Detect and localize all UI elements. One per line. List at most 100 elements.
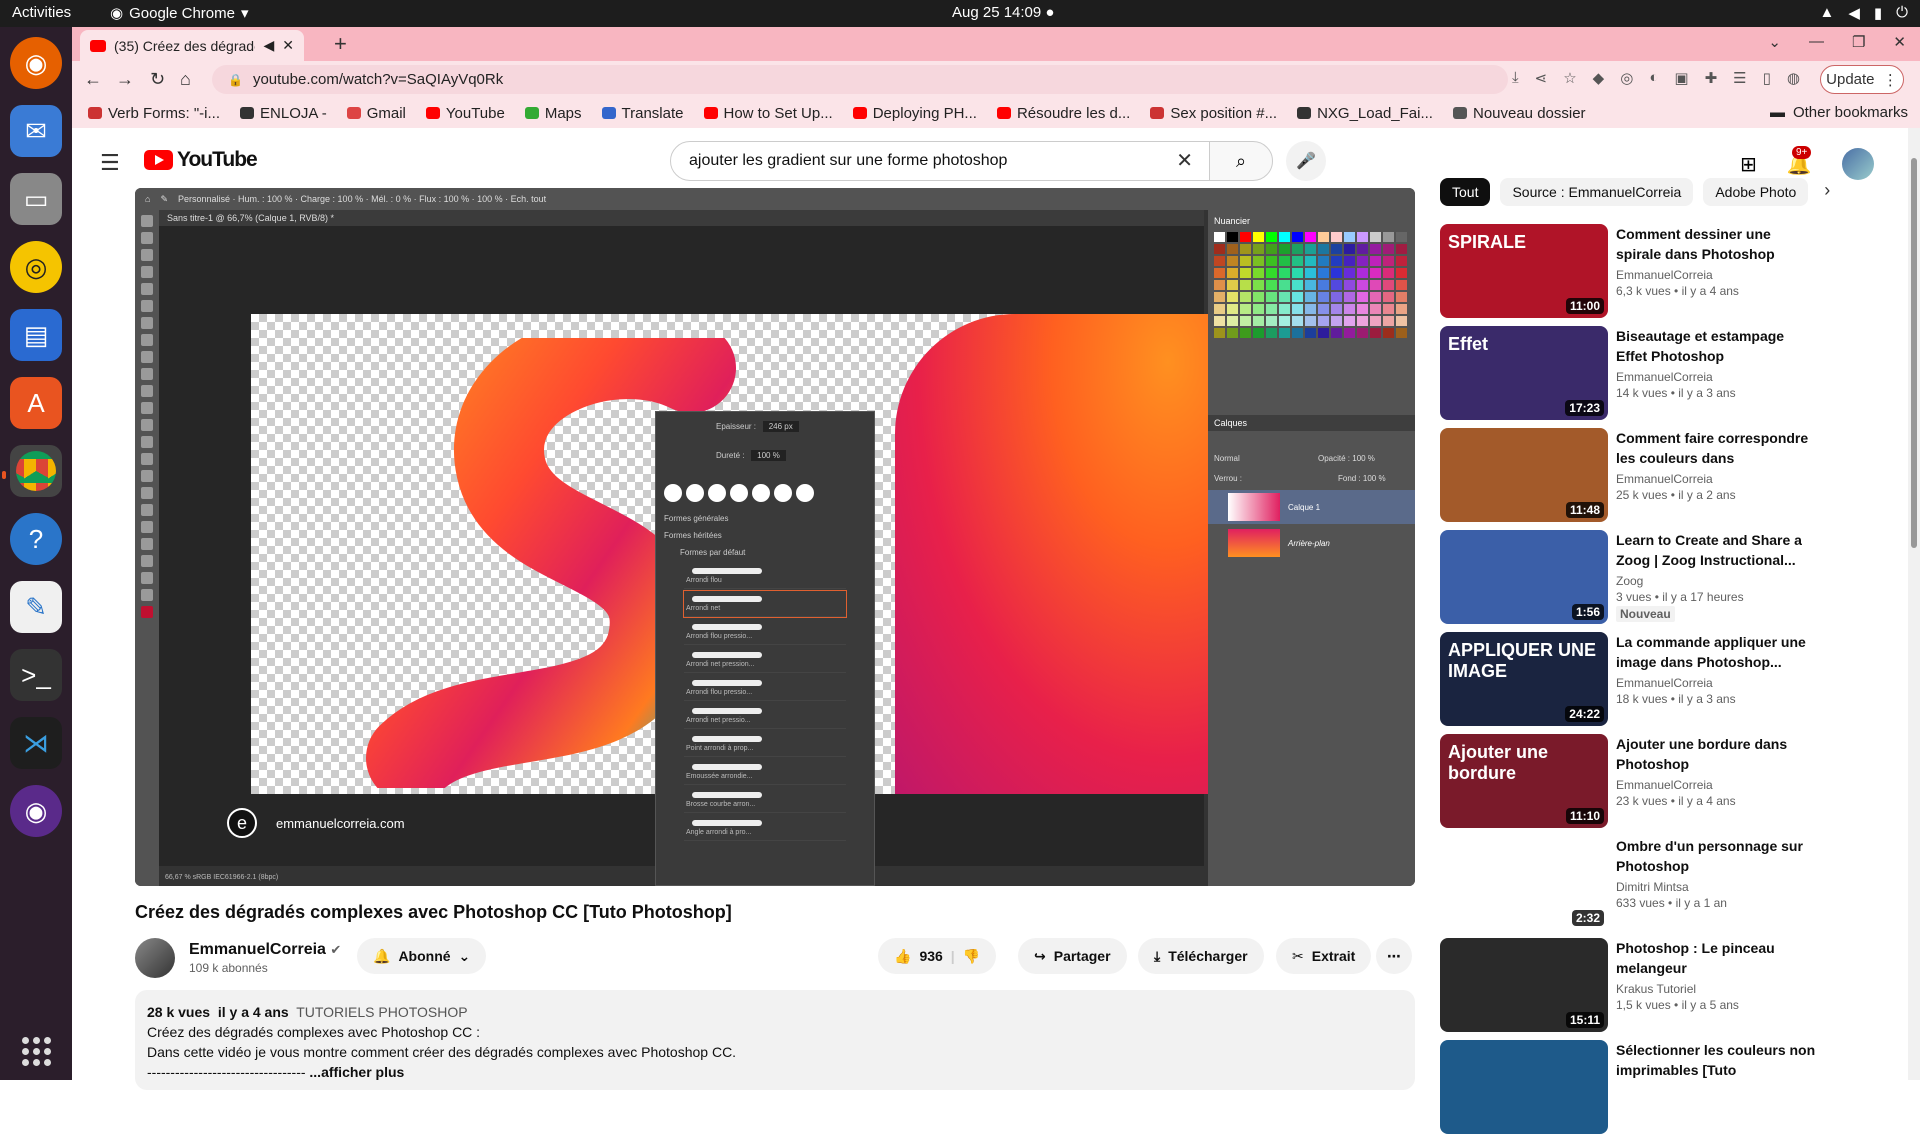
recommendation-title[interactable]: Ajouter une bordure dans Photoshop: [1616, 734, 1816, 774]
recommendation-title[interactable]: Biseautage et estampage Effet Photoshop: [1616, 326, 1816, 366]
share-icon[interactable]: ⋖: [1535, 69, 1548, 87]
recommendation-item[interactable]: Effet 17:23 Biseautage et estampage Effet …: [1440, 326, 1910, 424]
close-window-icon[interactable]: ✕: [1893, 33, 1906, 51]
clip-button[interactable]: ✂ Extrait: [1276, 938, 1372, 974]
recommendation-title[interactable]: Comment faire correspondre les couleurs …: [1616, 428, 1816, 468]
bookmark-item[interactable]: Verb Forms: "-i...: [88, 105, 220, 122]
chrome-dock-icon[interactable]: [10, 445, 62, 497]
podcast-icon[interactable]: ◉: [10, 785, 62, 837]
subscribe-button[interactable]: 🔔 Abonné ⌄: [357, 938, 487, 974]
recommendation-item[interactable]: Ajouter une bordure 11:10 Ajouter une bord…: [1440, 734, 1910, 832]
filter-chip[interactable]: Adobe Photo: [1703, 178, 1809, 206]
address-bar[interactable]: 🔒 youtube.com/watch?v=SaQIAyVq0Rk: [212, 65, 1508, 94]
thumbs-down-icon[interactable]: 👎: [963, 948, 980, 965]
like-button[interactable]: 👍 936 | 👎: [878, 938, 997, 974]
bookmark-star-icon[interactable]: ☆: [1563, 69, 1576, 87]
bookmark-item[interactable]: Nouveau dossier: [1452, 105, 1586, 122]
browser-tab[interactable]: (35) Créez des dégradé ◀ ✕: [80, 30, 304, 61]
media-icon[interactable]: ☰: [1733, 69, 1746, 87]
recommendation-title[interactable]: Learn to Create and Share a Zoog | Zoog …: [1616, 530, 1816, 570]
video-thumbnail[interactable]: SPIRALE 11:00: [1440, 224, 1608, 318]
recommendation-title[interactable]: Sélectionner les couleurs non imprimable…: [1616, 1040, 1816, 1080]
recommendation-item[interactable]: Sélectionner les couleurs non imprimable…: [1440, 1040, 1910, 1138]
software-center-icon[interactable]: A: [10, 377, 62, 429]
menu-icon[interactable]: ☰: [100, 150, 120, 176]
vscode-icon[interactable]: ⋊: [10, 717, 62, 769]
bookmark-item[interactable]: ENLOJA -: [240, 105, 327, 122]
thunderbird-icon[interactable]: ✉: [10, 105, 62, 157]
recommendation-title[interactable]: Comment dessiner une spirale dans Photos…: [1616, 224, 1816, 264]
voice-search-button[interactable]: 🎤: [1286, 141, 1326, 181]
more-actions-button[interactable]: ⋯: [1376, 938, 1412, 974]
bookmark-item[interactable]: How to Set Up...: [703, 105, 833, 122]
share-button[interactable]: ↪ Partager: [1018, 938, 1127, 974]
channel-avatar[interactable]: [135, 938, 175, 978]
forward-icon[interactable]: →: [116, 69, 134, 90]
video-thumbnail[interactable]: 1:56: [1440, 530, 1608, 624]
extension-a-icon[interactable]: ◆: [1593, 69, 1605, 87]
recommendation-channel[interactable]: EmmanuelCorreia: [1616, 268, 1816, 282]
create-icon[interactable]: ⊞: [1740, 152, 1757, 177]
files-icon[interactable]: ▭: [10, 173, 62, 225]
back-icon[interactable]: ←: [84, 69, 102, 90]
search-button[interactable]: ⌕: [1209, 141, 1273, 181]
video-thumbnail[interactable]: Effet 17:23: [1440, 326, 1608, 420]
page-scrollbar[interactable]: [1908, 128, 1920, 1080]
bookmark-item[interactable]: Translate: [601, 105, 684, 122]
recommendation-title[interactable]: Ombre d'un personnage sur Photoshop: [1616, 836, 1816, 876]
video-thumbnail[interactable]: Ajouter une bordure 11:10: [1440, 734, 1608, 828]
minimize-icon[interactable]: —: [1809, 33, 1824, 51]
home-icon[interactable]: ⌂: [180, 69, 191, 90]
maximize-icon[interactable]: ❐: [1852, 33, 1865, 51]
firefox-icon[interactable]: ◉: [10, 37, 62, 89]
recommendation-item[interactable]: SPIRALE 11:00 Comment dessiner une spirale…: [1440, 224, 1910, 322]
audio-icon[interactable]: ◀: [263, 37, 274, 54]
bookmark-item[interactable]: Résoudre les d...: [996, 105, 1130, 122]
video-player[interactable]: ⌂ ✎ Personnalisé · Hum. : 100 % · Charge :…: [135, 188, 1415, 886]
profile-icon[interactable]: ◍: [1787, 69, 1800, 87]
update-button[interactable]: Update ⋮: [1820, 65, 1904, 94]
recommendation-channel[interactable]: Zoog: [1616, 574, 1816, 588]
avatar[interactable]: [1841, 148, 1874, 180]
bookmark-item[interactable]: Gmail: [346, 105, 406, 122]
sidepanel-icon[interactable]: ▯: [1763, 69, 1771, 87]
channel-name[interactable]: EmmanuelCorreia ✔: [189, 941, 341, 959]
recommendation-channel[interactable]: EmmanuelCorreia: [1616, 370, 1816, 384]
extension-b-icon[interactable]: ◎: [1620, 69, 1633, 87]
reload-icon[interactable]: ↻: [150, 69, 165, 90]
clock[interactable]: Aug 25 14:09 ●: [952, 4, 1054, 21]
recommendation-title[interactable]: La commande appliquer une image dans Pho…: [1616, 632, 1816, 672]
download-button[interactable]: ⤓ Télécharger: [1138, 938, 1264, 974]
search-input[interactable]: ajouter les gradient sur une forme photo…: [670, 141, 1210, 181]
clear-search-icon[interactable]: ✕: [1176, 148, 1193, 173]
recommendation-item[interactable]: 2:32 Ombre d'un personnage sur Photoshop D…: [1440, 836, 1910, 934]
recommendation-item[interactable]: 1:56 Learn to Create and Share a Zoog | Z…: [1440, 530, 1910, 628]
extensions-puzzle-icon[interactable]: ✚: [1705, 69, 1718, 87]
recommendation-item[interactable]: 11:48 Comment faire correspondre les coul…: [1440, 428, 1910, 526]
chevron-right-icon[interactable]: ›: [1818, 178, 1836, 206]
video-thumbnail[interactable]: 2:32: [1440, 836, 1608, 930]
video-thumbnail[interactable]: 15:11: [1440, 938, 1608, 1032]
system-tray[interactable]: ▲ ◀ ▮ ⏻: [1819, 4, 1908, 22]
text-editor-icon[interactable]: ✎: [10, 581, 62, 633]
activities-button[interactable]: Activities: [12, 4, 71, 21]
recommendation-channel[interactable]: Dimitri Mintsa: [1616, 880, 1816, 894]
new-tab-button[interactable]: +: [334, 31, 347, 57]
recommendation-item[interactable]: APPLIQUER UNE IMAGE 24:22 La commande appl…: [1440, 632, 1910, 730]
recommendation-item[interactable]: 15:11 Photoshop : Le pinceau melangeur Kra…: [1440, 938, 1910, 1036]
description-box[interactable]: 28 k vues il y a 4 ans TUTORIELS PHOTOSH…: [135, 990, 1415, 1090]
filter-chip[interactable]: Source : EmmanuelCorreia: [1500, 178, 1694, 206]
youtube-logo[interactable]: YouTube: [144, 148, 258, 172]
bookmark-item[interactable]: Deploying PH...: [852, 105, 977, 122]
bookmark-item[interactable]: NXG_Load_Fai...: [1297, 105, 1433, 122]
tab-search-icon[interactable]: ⌄: [1768, 33, 1781, 51]
bookmark-item[interactable]: YouTube: [425, 105, 505, 122]
bookmark-item[interactable]: Sex position #...: [1150, 105, 1277, 122]
recommendation-channel[interactable]: EmmanuelCorreia: [1616, 676, 1816, 690]
bookmark-item[interactable]: Maps: [524, 105, 582, 122]
video-tag[interactable]: TUTORIELS PHOTOSHOP: [296, 1004, 467, 1020]
extension-d-icon[interactable]: ▣: [1674, 69, 1688, 87]
extension-c-icon[interactable]: ◐: [1649, 69, 1658, 87]
close-tab-icon[interactable]: ✕: [282, 37, 294, 54]
show-more-link[interactable]: ...afficher plus: [309, 1064, 404, 1080]
